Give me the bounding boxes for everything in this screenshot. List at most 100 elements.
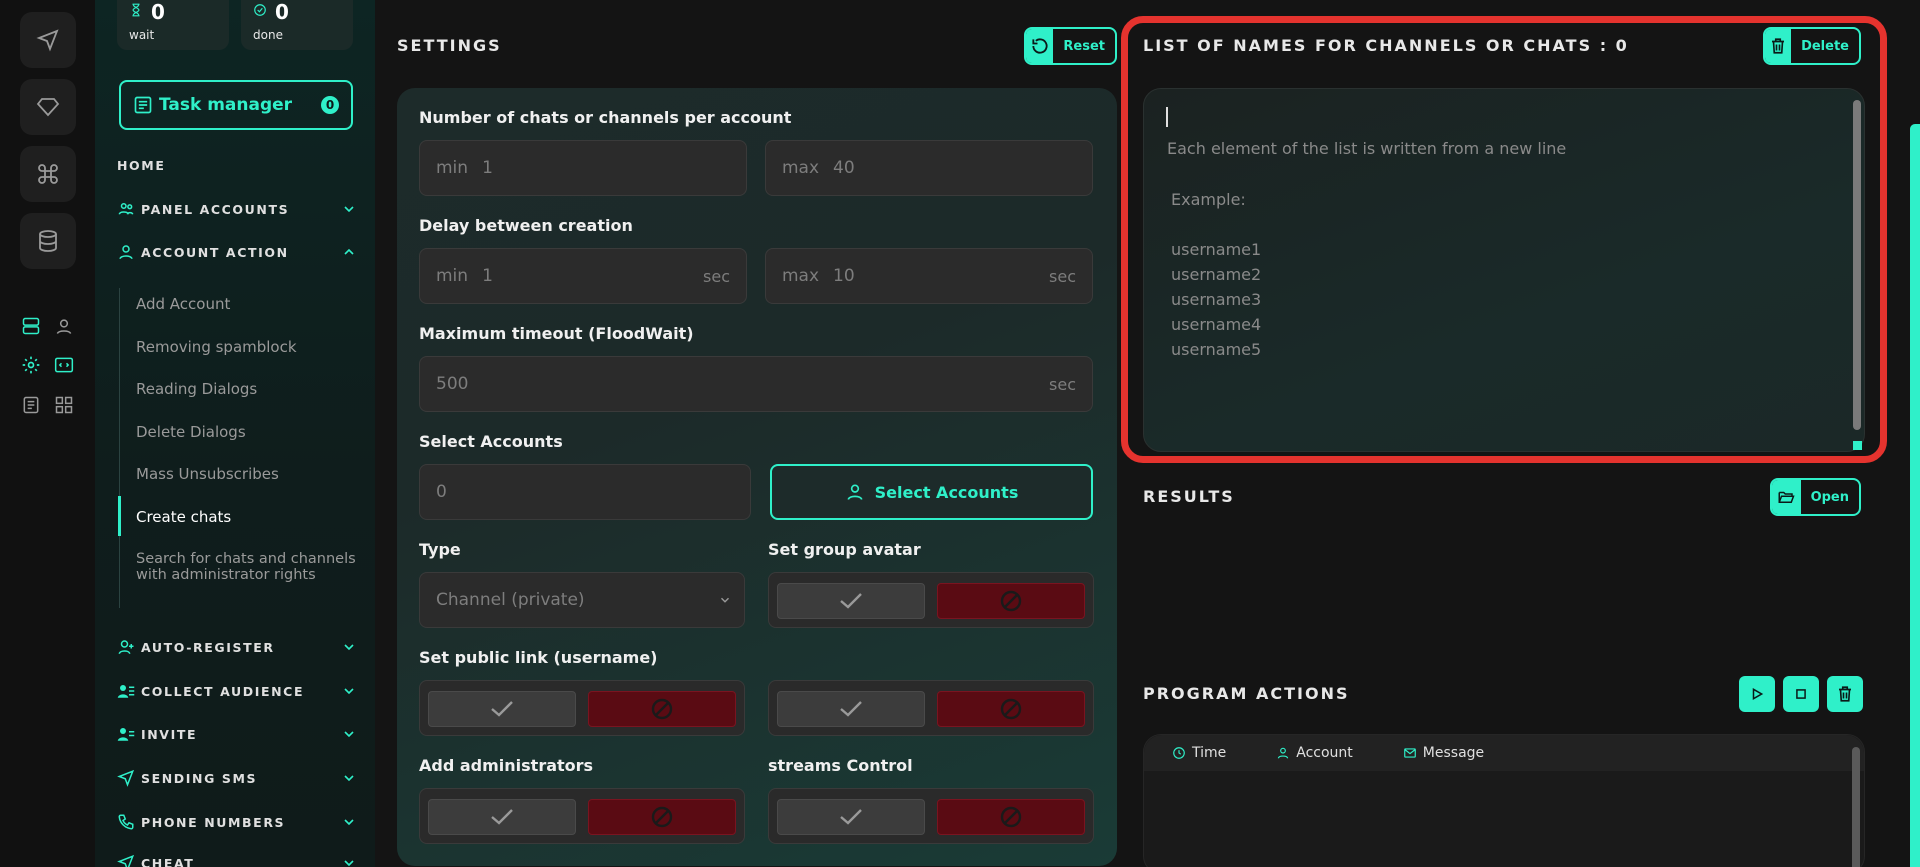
selected-accounts-count[interactable]: 0 [419,464,751,520]
timeout-input[interactable]: 500 sec [419,356,1093,412]
unit-label: sec [703,266,730,286]
task-manager-count: 0 [321,96,339,114]
type-label: Type [419,540,461,559]
check-icon [840,593,862,609]
unit-label: sec [1049,266,1076,286]
diamond-icon[interactable] [20,79,76,135]
block-icon [651,698,673,720]
delay-max[interactable]: max 10 sec [765,248,1093,304]
max-value: 40 [833,158,855,178]
secondary-disable[interactable] [937,691,1085,727]
check-icon [491,809,513,825]
chevron-down-icon [721,597,729,603]
nav-reading-dialogs[interactable]: Reading Dialogs [136,380,257,398]
nav-mass-unsubscribes[interactable]: Mass Unsubscribes [136,465,279,483]
nav-phone-numbers-label: PHONE NUMBERS [141,814,286,830]
min-value: 1 [482,266,493,286]
nav-account-action-label: ACCOUNT ACTION [141,244,289,260]
chevron-down-icon [344,775,354,782]
folder-open-icon [1772,480,1801,514]
sidebar: 0 wait 0 done Task manager 0 HOME PANEL … [95,0,375,867]
delay-min[interactable]: min 1 sec [419,248,747,304]
add-admins-enable[interactable] [428,799,576,835]
streams-control-disable[interactable] [937,799,1085,835]
selected-count-value: 0 [436,482,447,502]
nav-auto-register-label: AUTO-REGISTER [141,639,275,655]
widgets-icon[interactable] [52,393,76,417]
database-icon[interactable] [20,213,76,269]
chevron-up-icon [344,248,354,255]
check-icon [840,809,862,825]
program-actions-log[interactable]: Time Account Message [1143,734,1865,867]
program-actions-title: PROGRAM ACTIONS [1143,684,1350,703]
select-accounts-button[interactable]: Select Accounts [770,464,1093,520]
type-select[interactable]: Channel (private) [419,572,745,628]
send-icon [117,854,135,867]
log-col-time-label: Time [1192,745,1227,761]
stop-icon [1796,689,1806,699]
secondary-enable[interactable] [777,691,925,727]
document-icon[interactable] [19,393,43,417]
nav-phone-numbers[interactable]: PHONE NUMBERS [117,811,357,833]
nav-cheat[interactable]: CHEAT [117,852,357,867]
results-title: RESULTS [1143,487,1235,506]
command-icon[interactable] [20,146,76,202]
chats-per-account-label: Number of chats or channels per account [419,108,792,127]
nav-sending-sms[interactable]: SENDING SMS [117,767,357,789]
nav-sending-sms-label: SENDING SMS [141,770,258,786]
streams-control-label: streams Control [768,756,913,775]
user-icon [1278,747,1289,759]
nav-search-admin-chats[interactable]: Search for chats and channels with admin… [136,551,356,583]
location-icon[interactable] [52,314,76,338]
max-prefix: max [782,158,820,178]
log-scrollbar[interactable] [1852,747,1860,867]
chats-per-account-max[interactable]: max 40 [765,140,1093,196]
add-admins-toggle [419,788,745,844]
nav-auto-register[interactable]: AUTO-REGISTER [117,636,357,658]
done-counter: 0 done [241,0,353,50]
open-results-button[interactable]: Open [1770,478,1861,516]
audience-icon [117,685,135,698]
block-icon [1000,698,1022,720]
nav-create-chats[interactable]: Create chats [136,508,231,526]
group-avatar-toggle [768,572,1094,628]
page-scrollbar[interactable] [1910,124,1920,867]
reset-icon [1026,29,1054,63]
delay-label: Delay between creation [419,216,633,235]
settings-gear-icon[interactable] [19,353,43,377]
public-link-disable[interactable] [588,691,736,727]
send-icon[interactable] [20,12,76,68]
nav-removing-spamblock[interactable]: Removing spamblock [136,338,297,356]
task-manager-button[interactable]: Task manager 0 [119,80,353,130]
nav-account-action[interactable]: ACCOUNT ACTION [117,241,357,263]
reset-button[interactable]: Reset [1024,27,1117,65]
server-list-icon[interactable] [19,314,43,338]
stop-button[interactable] [1783,676,1819,712]
streams-control-enable[interactable] [777,799,925,835]
nav-invite[interactable]: INVITE [117,723,357,745]
chevron-down-icon [344,819,354,826]
add-admins-disable[interactable] [588,799,736,835]
group-avatar-enable[interactable] [777,583,925,619]
chevron-down-icon [344,860,354,867]
chevron-down-icon [344,644,354,651]
play-button[interactable] [1739,676,1775,712]
public-link-label: Set public link (username) [419,648,658,667]
nav-home[interactable]: HOME [117,158,165,173]
done-count: 0 [275,0,289,24]
group-avatar-disable[interactable] [937,583,1085,619]
block-icon [1000,590,1022,612]
nav-panel-accounts[interactable]: PANEL ACCOUNTS [117,198,357,220]
clear-log-button[interactable] [1827,676,1863,712]
code-window-icon[interactable] [52,353,76,377]
nav-cheat-label: CHEAT [141,855,195,867]
add-admins-label: Add administrators [419,756,594,775]
public-link-secondary-toggle [768,680,1094,736]
nav-collect-audience[interactable]: COLLECT AUDIENCE [117,680,357,702]
public-link-enable[interactable] [428,691,576,727]
phone-icon [118,814,134,830]
task-list-icon [134,96,152,114]
nav-add-account[interactable]: Add Account [136,295,230,313]
chats-per-account-min[interactable]: min 1 [419,140,747,196]
nav-delete-dialogs[interactable]: Delete Dialogs [136,423,246,441]
